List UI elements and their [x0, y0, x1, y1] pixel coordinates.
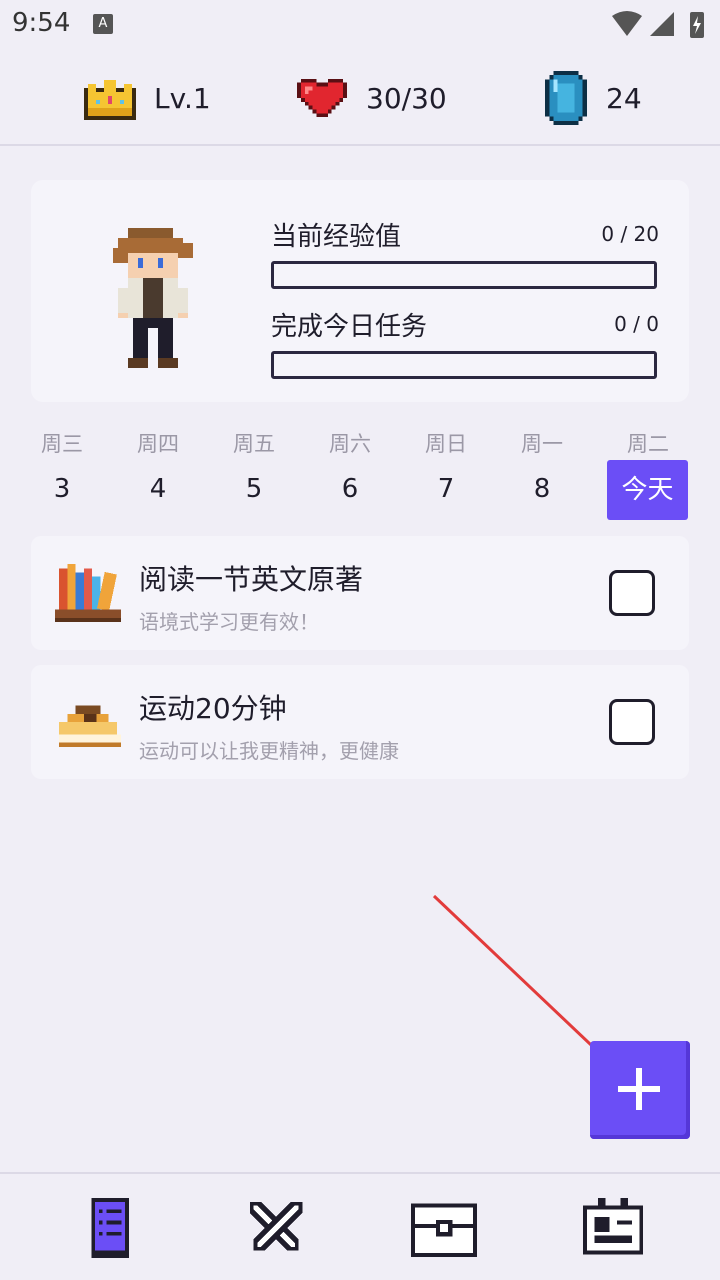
day-number: 5	[245, 474, 263, 504]
day-wed[interactable]: 周三 3	[14, 428, 110, 504]
wifi-icon	[612, 11, 642, 36]
day-mon[interactable]: 周一 8	[494, 428, 590, 504]
exp-value: 0 / 20	[601, 222, 659, 246]
system-icons	[612, 11, 704, 38]
task-title: 阅读一节英文原著	[139, 563, 364, 596]
tasks-bar	[271, 351, 657, 379]
day-name: 周二	[627, 432, 669, 456]
battery-icon	[690, 12, 704, 38]
tasks-value: 0 / 0	[614, 312, 659, 336]
day-name: 周四	[137, 432, 179, 456]
task-checkbox[interactable]	[609, 570, 655, 616]
today-chip[interactable]: 今天	[607, 460, 688, 520]
tasks-label: 完成今日任务	[271, 312, 428, 342]
crossed-swords-icon[interactable]	[243, 1198, 309, 1258]
status-time: 9:54	[12, 8, 71, 38]
profile-card: 当前经验值 0 / 20 完成今日任务 0 / 0	[31, 180, 689, 402]
signal-icon	[650, 12, 674, 36]
keyboard-a-icon: A	[93, 14, 113, 34]
status-bar: 9:54 A	[0, 0, 720, 50]
day-sun[interactable]: 周日 7	[398, 428, 494, 504]
day-name: 周五	[233, 432, 275, 456]
task-subtitle: 运动可以让我更精神，更健康	[139, 739, 399, 763]
exp-progress: 当前经验值 0 / 20	[271, 216, 659, 289]
gem-stat: 24	[544, 70, 642, 126]
crown-icon	[84, 80, 136, 120]
profile-card-icon[interactable]	[580, 1198, 646, 1258]
week-selector: 周三 3 周四 4 周五 5 周六 6 周日 7 周一 8 周二 今天	[14, 428, 706, 528]
add-task-button[interactable]	[590, 1041, 690, 1139]
day-number: 3	[53, 474, 71, 504]
tasks-progress: 完成今日任务 0 / 0	[271, 306, 659, 379]
bottom-nav	[0, 1172, 720, 1280]
day-number: 6	[341, 474, 359, 504]
day-number: 8	[533, 474, 551, 504]
day-fri[interactable]: 周五 5	[206, 428, 302, 504]
treasure-chest-icon[interactable]	[411, 1198, 477, 1258]
day-name: 周日	[425, 432, 467, 456]
plus-icon-vertical	[636, 1068, 642, 1110]
day-name: 周一	[521, 432, 563, 456]
day-number: 7	[437, 474, 455, 504]
task-item-reading[interactable]: 阅读一节英文原著 语境式学习更有效！	[31, 536, 689, 650]
books-icon	[55, 564, 121, 622]
level-stat: Lv.1	[84, 70, 211, 126]
task-checkbox[interactable]	[609, 699, 655, 745]
day-thu[interactable]: 周四 4	[110, 428, 206, 504]
stats-header: Lv.1 30/30 24	[0, 50, 720, 146]
exp-bar	[271, 261, 657, 289]
day-name: 周六	[329, 432, 371, 456]
day-name: 周三	[41, 432, 83, 456]
hp-stat: 30/30	[296, 70, 447, 126]
hp-value: 30/30	[366, 81, 447, 115]
task-item-exercise[interactable]: 运动20分钟 运动可以让我更精神，更健康	[31, 665, 689, 779]
task-title: 运动20分钟	[139, 692, 287, 725]
day-sat[interactable]: 周六 6	[302, 428, 398, 504]
sneaker-icon	[59, 705, 121, 747]
day-number: 4	[149, 474, 167, 504]
heart-icon	[297, 78, 347, 118]
gem-value: 24	[606, 81, 642, 115]
day-tue[interactable]: 周二	[600, 428, 696, 458]
character-avatar	[113, 228, 193, 368]
task-subtitle: 语境式学习更有效！	[139, 610, 319, 634]
task-list-icon[interactable]	[77, 1198, 143, 1258]
gem-icon	[545, 71, 587, 125]
level-value: Lv.1	[154, 81, 211, 115]
